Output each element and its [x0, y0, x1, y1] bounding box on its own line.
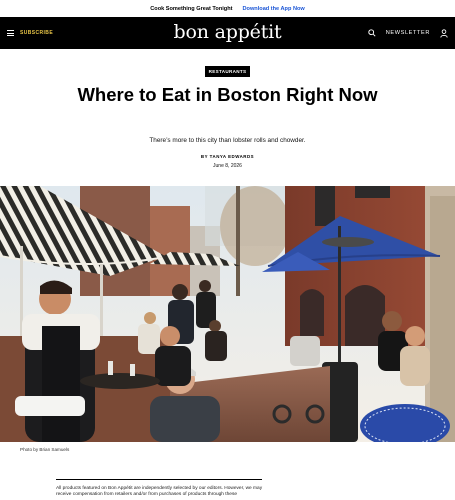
article-dek: There’s more to this city than lobster r… — [149, 137, 306, 144]
affiliate-disclaimer: All products featured on Bon Appétit are… — [56, 486, 263, 497]
photo-credit: Photo by Brian Samuels — [20, 447, 70, 452]
search-icon[interactable] — [368, 29, 376, 37]
divider — [56, 479, 262, 480]
hero-image — [0, 186, 455, 442]
promo-text: Cook Something Great Tonight — [150, 5, 233, 12]
category-tag[interactable]: RESTAURANTS — [205, 66, 250, 77]
article-byline[interactable]: BY TANYA EDWARDS — [60, 154, 395, 159]
newsletter-link[interactable]: NEWSLETTER — [386, 30, 430, 36]
article-headline: Where to Eat in Boston Right Now — [77, 84, 378, 105]
user-icon[interactable] — [440, 28, 448, 38]
top-navbar: SUBSCRIBE bon appétit NEWSLETTER — [0, 17, 455, 49]
promo-bar: Cook Something Great Tonight Download th… — [0, 0, 455, 17]
publish-date: June 8, 2026 — [213, 163, 242, 169]
nav-right: NEWSLETTER — [368, 17, 448, 49]
hero-photo-illustration — [0, 186, 455, 442]
download-app-link[interactable]: Download the App Now — [243, 6, 305, 12]
